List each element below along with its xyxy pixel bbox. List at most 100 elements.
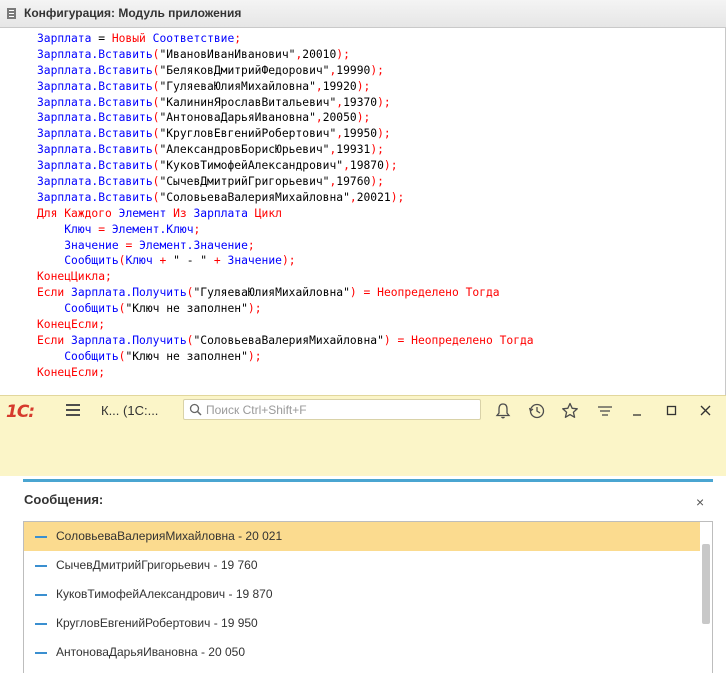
editor-gutter [0,28,26,395]
code-line[interactable]: Зарплата.Вставить("СоловьеваВалерияМихай… [37,190,534,206]
favorites-star-icon[interactable] [560,401,580,421]
code-token: "АлександровБорисЮрьевич" [159,143,330,157]
code-line[interactable]: Для Каждого Элемент Из Зарплата Цикл [37,206,534,222]
message-row[interactable]: СычевДмитрийГригорьевич - 19 760 [24,551,700,580]
code-line[interactable]: Значение = Элемент.Значение; [37,238,534,254]
code-token: " - " [166,254,214,268]
close-messages-icon[interactable]: × [696,494,704,510]
message-row[interactable]: АнтоноваДарьяИвановна - 20 050 [24,638,700,667]
code-line[interactable]: КонецЕсли; [37,365,534,381]
window-tab-label[interactable]: К... (1С:... [101,403,158,418]
code-token: "ИвановИванИванович" [159,47,296,61]
code-token: , [343,159,350,173]
code-token: КонецЕсли; [37,365,106,379]
code-line[interactable]: Зарплата = Новый Соответствие; [37,31,534,47]
message-row[interactable]: СоловьеваВалерияМихайловна - 20 021 [24,522,700,551]
client-toolbar: 1С: К... (1С:... [0,396,726,425]
search-input[interactable] [206,401,476,418]
code-line[interactable]: Если Зарплата.Получить("ГуляеваЮлияМихай… [37,285,534,301]
message-text: КуковТимофейАлександрович - 19 870 [56,587,273,601]
code-token: "ГуляеваЮлияМихайловна" [193,286,350,300]
code-editor[interactable]: Зарплата = Новый Соответствие; Зарплата.В… [37,31,534,381]
code-token: Зарплата.Вставить [37,63,153,77]
code-line[interactable]: Зарплата.Вставить("КалининЯрославВиталье… [37,95,534,111]
menu-icon[interactable] [66,404,80,416]
code-line[interactable]: Зарплата.Вставить("БеляковДмитрийФедоров… [37,63,534,79]
code-token: Зарплата.Вставить [37,190,153,204]
code-line[interactable]: Зарплата.Вставить("ИвановИванИванович",2… [37,47,534,63]
message-row[interactable]: КуковТимофейАлександрович - 19 870 [24,580,700,609]
code-token: ); [390,190,405,204]
configurator-title-bar: Конфигурация: Модуль приложения [0,0,726,28]
code-token: Если [37,333,65,347]
search-box[interactable] [183,399,481,420]
message-dash-icon [35,652,47,654]
code-line[interactable]: Зарплата.Вставить("АлександровБорисЮрьев… [37,142,534,158]
messages-scrollbar[interactable] [702,544,710,624]
configurator-window: Конфигурация: Модуль приложения Зарплата… [0,0,726,395]
message-row[interactable]: КругловЕвгенийРобертович - 19 950 [24,609,700,638]
code-line[interactable]: Зарплата.Вставить("КругловЕвгенийРоберто… [37,126,534,142]
code-line[interactable]: Сообщить("Ключ не заполнен"); [37,301,534,317]
code-token: , [315,111,323,125]
maximize-icon[interactable] [662,401,682,421]
code-token: Сообщить [64,254,119,268]
code-token: Тогда [499,333,534,347]
close-window-icon[interactable] [696,401,716,421]
code-token: Значение [227,254,282,268]
code-token: 20050 [322,111,357,125]
code-token: 19990 [336,63,371,77]
code-token: Зарплата [193,206,248,220]
code-token: 20010 [302,47,337,61]
client-workspace [0,425,726,476]
code-token: Элемент.Ключ [111,222,194,236]
code-token: Из [173,206,187,220]
code-token: ); [370,175,384,189]
code-line[interactable]: Если Зарплата.Получить("СоловьеваВалерия… [37,333,534,349]
code-line[interactable]: Зарплата.Вставить("КуковТимофейАлександр… [37,158,534,174]
code-token: Соответствие [152,32,235,45]
module-icon [7,8,16,19]
code-token: Неопределено [377,286,459,300]
history-icon[interactable] [527,401,547,421]
code-token: "СычевДмитрийГригорьевич" [159,175,330,189]
code-token: "Ключ не заполнен" [125,302,248,316]
code-line[interactable]: Сообщить("Ключ не заполнен"); [37,349,534,365]
code-token: "СоловьеваВалерияМихайловна" [193,333,384,347]
messages-list[interactable]: АнтоноваДарьяИвановна - 20 050 КругловЕвг… [23,521,713,673]
code-token: Ключ [64,222,92,236]
code-token: = [91,32,112,45]
code-token: ); [356,79,371,93]
code-token: Элемент [118,206,167,220]
code-token: ); [281,254,296,268]
code-token: ); [383,159,398,173]
code-line[interactable]: Сообщить(Ключ + " - " + Значение); [37,253,534,269]
code-line[interactable]: Зарплата.Вставить("ГуляеваЮлияМихайловна… [37,79,534,95]
code-token: , [315,79,323,93]
code-line[interactable]: Зарплата.Вставить("СычевДмитрийГригорьев… [37,174,534,190]
message-dash-icon [35,594,47,596]
bell-icon[interactable] [493,401,513,421]
code-token: Зарплата.Получить [71,286,187,300]
client-window: 1С: К... (1С:... Сообщения: × Ан [0,395,726,673]
functions-menu-icon[interactable] [595,401,615,421]
code-line[interactable]: КонецЕсли; [37,317,534,333]
code-line[interactable]: КонецЦикла; [37,269,534,285]
code-token: ); [247,349,262,363]
code-line[interactable]: Ключ = Элемент.Ключ; [37,222,534,238]
message-text: КругловЕвгенийРобертович - 19 950 [56,616,258,630]
code-token: 19370 [343,95,378,109]
code-line[interactable]: Зарплата.Вставить("АнтоноваДарьяИвановна… [37,110,534,126]
messages-divider [23,479,713,482]
minimize-icon[interactable] [628,401,648,421]
code-token: Зарплата.Вставить [37,143,153,157]
